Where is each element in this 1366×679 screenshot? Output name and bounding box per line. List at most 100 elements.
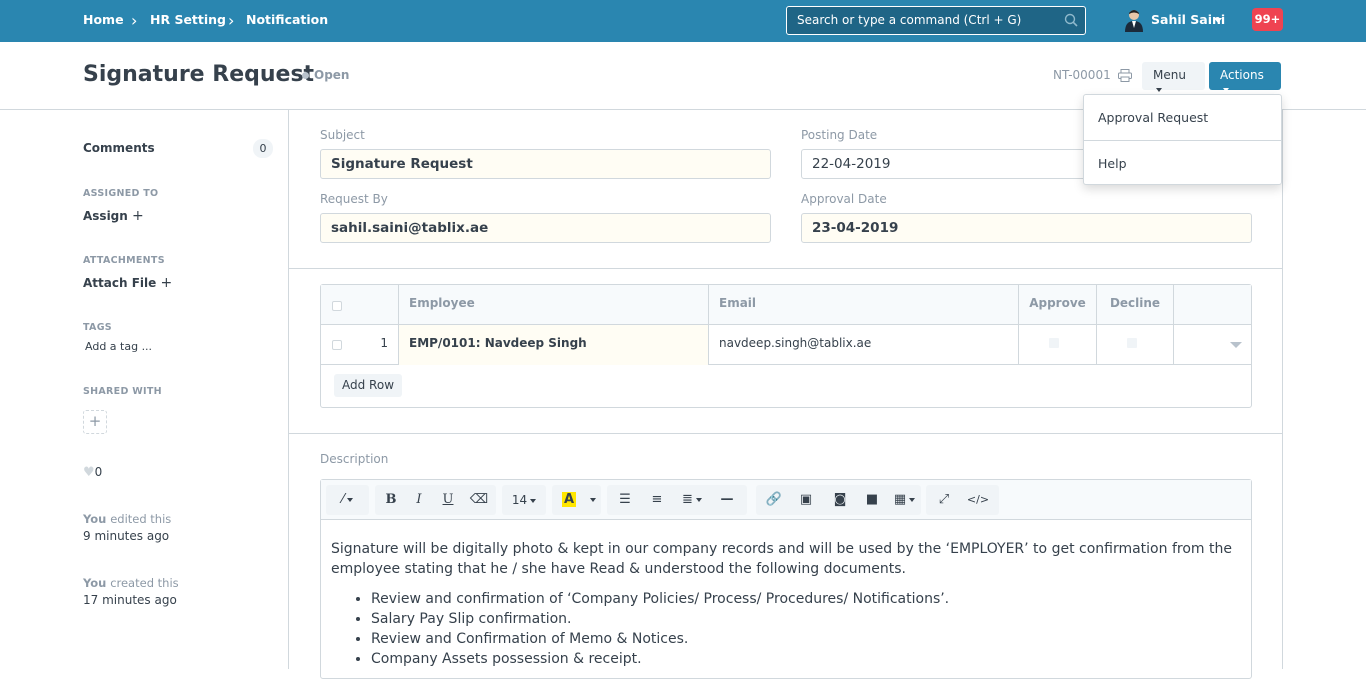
- eraser-icon[interactable]: ⌫: [465, 485, 493, 515]
- like-button[interactable]: ♥0: [83, 465, 102, 480]
- attachments-label: ATTACHMENTS: [83, 255, 165, 266]
- color-group: A: [552, 485, 601, 515]
- underline-icon[interactable]: U: [434, 485, 462, 515]
- list-item: Salary Pay Slip confirmation.: [371, 609, 1236, 629]
- posting-date-label: Posting Date: [801, 128, 878, 142]
- timeline-entry: You created this: [83, 576, 179, 590]
- avatar[interactable]: [1123, 8, 1145, 32]
- request-by-field[interactable]: sahil.saini@tablix.ae: [320, 213, 771, 243]
- horizontal-rule-icon[interactable]: —: [713, 485, 741, 515]
- cell-employee[interactable]: EMP/0101: Navdeep Singh: [399, 325, 709, 365]
- chevron-right-icon: ›: [131, 11, 138, 30]
- bold-icon[interactable]: B: [377, 485, 405, 515]
- bullet-list-icon[interactable]: ☰: [611, 485, 639, 515]
- header-employee: Employee: [399, 285, 709, 325]
- status-badge: Open: [314, 68, 350, 82]
- chevron-down-icon[interactable]: [1214, 18, 1222, 23]
- font-size-group: 14: [502, 485, 546, 515]
- row-select-cell: 1: [321, 325, 399, 365]
- table-row[interactable]: 1 EMP/0101: Navdeep Singh navdeep.singh@…: [321, 325, 1251, 365]
- add-row-button[interactable]: Add Row: [334, 374, 403, 397]
- cell-approve[interactable]: [1019, 325, 1097, 365]
- editor-toolbar: ⁄ B I U ⌫ 14 A ☰ ≡ ≣ — 🔗 ▣ ◙ ■ ▦ ⤢ </>: [321, 480, 1251, 520]
- description-editor[interactable]: ⁄ B I U ⌫ 14 A ☰ ≡ ≣ — 🔗 ▣ ◙ ■ ▦ ⤢ </> S…: [320, 479, 1252, 679]
- link-icon[interactable]: 🔗: [760, 485, 788, 515]
- timeline-what: edited this: [110, 512, 172, 526]
- search-icon: [1064, 13, 1078, 27]
- assign-button[interactable]: Assign +: [83, 208, 144, 224]
- align-icon[interactable]: ≣: [673, 485, 711, 515]
- list-item: Review and Confirmation of Memo & Notice…: [371, 629, 1236, 649]
- fullscreen-icon[interactable]: ⤢: [930, 485, 958, 515]
- numbered-list-icon[interactable]: ≡: [643, 485, 671, 515]
- section-divider: [289, 433, 1282, 434]
- code-view-icon[interactable]: </>: [964, 485, 992, 515]
- breadcrumb-hr-setting[interactable]: HR Setting: [150, 12, 226, 27]
- font-size-value: 14: [511, 493, 528, 507]
- menu-button-label: Menu: [1153, 68, 1186, 82]
- header-decline: Decline: [1097, 285, 1174, 325]
- timeline-who: You: [83, 576, 107, 590]
- row-checkbox[interactable]: [332, 340, 342, 350]
- actions-dropdown: Approval Request Help: [1083, 94, 1282, 185]
- approval-date-label: Approval Date: [801, 192, 887, 206]
- plus-icon: +: [132, 208, 144, 224]
- cell-email[interactable]: navdeep.singh@tablix.ae: [709, 325, 1019, 365]
- breadcrumb-notification[interactable]: Notification: [246, 12, 328, 27]
- insert-group: 🔗 ▣ ◙ ■ ▦: [756, 485, 921, 515]
- timeline-when: 17 minutes ago: [83, 593, 177, 607]
- attach-file-button[interactable]: Attach File +: [83, 275, 172, 291]
- view-group: ⤢ </>: [926, 485, 999, 515]
- header-email: Email: [709, 285, 1019, 325]
- approval-date-field[interactable]: 23-04-2019: [801, 213, 1252, 243]
- timeline-what: created this: [110, 576, 179, 590]
- form-body: Subject Signature Request Posting Date 2…: [288, 110, 1283, 679]
- decline-checkbox[interactable]: [1127, 338, 1137, 348]
- breadcrumb-home[interactable]: Home: [83, 12, 124, 27]
- list-item: Company Assets possession & receipt.: [371, 649, 1236, 669]
- chevron-down-icon[interactable]: [584, 485, 598, 515]
- chevron-down-icon: [530, 498, 537, 503]
- video-icon[interactable]: ■: [858, 485, 886, 515]
- timeline-entry: You edited this: [83, 512, 171, 526]
- camera-icon[interactable]: ◙: [826, 485, 854, 515]
- description-label: Description: [320, 452, 389, 466]
- request-by-label: Request By: [320, 192, 388, 206]
- timeline-when: 9 minutes ago: [83, 529, 170, 543]
- likes-count: 0: [94, 465, 103, 479]
- editor-content[interactable]: Signature will be digitally photo & kept…: [331, 539, 1236, 669]
- subject-field[interactable]: Signature Request: [320, 149, 771, 179]
- chevron-down-icon: [1223, 87, 1229, 92]
- actions-button[interactable]: Actions: [1209, 62, 1281, 92]
- assigned-to-label: ASSIGNED TO: [83, 188, 159, 199]
- chevron-down-icon[interactable]: [1230, 342, 1242, 348]
- status-indicator: [302, 72, 309, 79]
- document-id: NT-00001: [1053, 68, 1111, 82]
- approve-checkbox[interactable]: [1049, 338, 1059, 348]
- font-size-dropdown[interactable]: 14: [502, 485, 546, 515]
- assign-label: Assign: [83, 209, 128, 223]
- tag-input[interactable]: Add a tag ...: [85, 340, 152, 353]
- comments-link[interactable]: Comments: [83, 141, 155, 155]
- select-all-checkbox[interactable]: [332, 301, 342, 311]
- paragraph-group: ☰ ≡ ≣ —: [607, 485, 747, 515]
- notifications-badge[interactable]: 99+: [1252, 8, 1283, 31]
- font-color-icon[interactable]: A: [557, 485, 581, 515]
- search-input[interactable]: Search or type a command (Ctrl + G): [786, 6, 1086, 35]
- tags-label: TAGS: [83, 322, 112, 333]
- cell-decline[interactable]: [1097, 325, 1174, 365]
- print-icon[interactable]: [1118, 69, 1132, 82]
- list-item: Review and confirmation of ‘Company Poli…: [371, 589, 1236, 609]
- menu-button[interactable]: Menu: [1142, 62, 1205, 92]
- table-icon[interactable]: ▦: [888, 485, 921, 515]
- style-group: ⁄: [326, 485, 369, 515]
- image-icon[interactable]: ▣: [792, 485, 820, 515]
- italic-icon[interactable]: I: [405, 485, 433, 515]
- heart-icon: ♥: [83, 465, 95, 480]
- menu-item-approval-request[interactable]: Approval Request: [1098, 110, 1208, 125]
- share-add-button[interactable]: +: [83, 410, 107, 434]
- magic-wand-icon[interactable]: ⁄: [326, 485, 369, 515]
- menu-item-help[interactable]: Help: [1098, 156, 1127, 171]
- page-title: Signature Request: [83, 62, 315, 87]
- chevron-down-icon: [1156, 87, 1162, 92]
